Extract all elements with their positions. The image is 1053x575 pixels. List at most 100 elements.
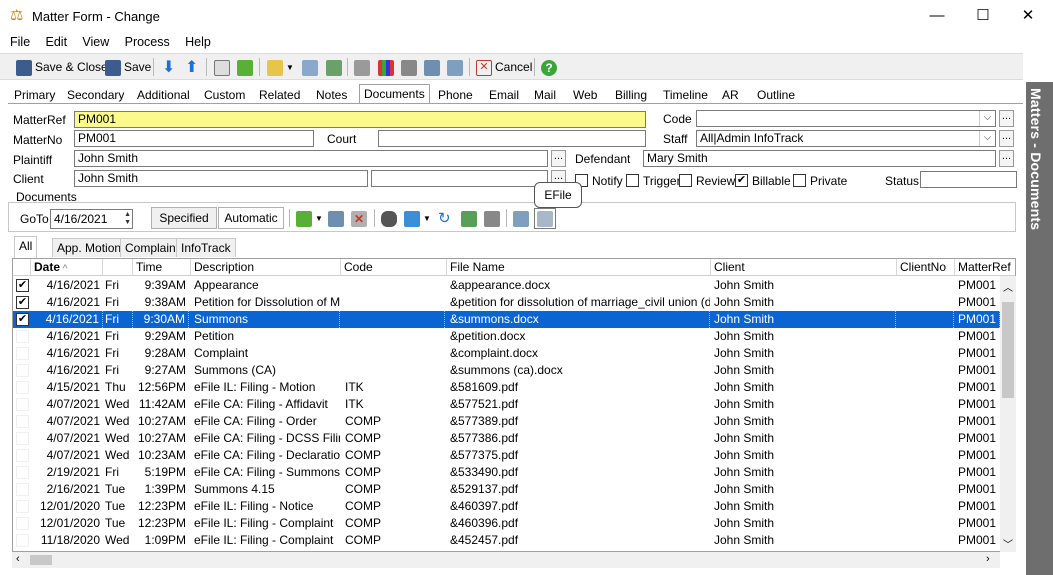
subtab-app-motion[interactable]: App. Motion — [52, 238, 127, 257]
tab-timeline[interactable]: Timeline — [659, 86, 712, 104]
row-checkbox[interactable] — [16, 330, 29, 343]
menu-view[interactable]: View — [76, 33, 115, 51]
help-button[interactable]: ? — [539, 57, 559, 78]
column-header-clientno[interactable]: ClientNo — [897, 259, 955, 276]
scroll-thumb[interactable] — [1002, 302, 1014, 398]
column-header-file-name[interactable]: File Name — [447, 259, 711, 276]
horizontal-scrollbar[interactable]: ‹ › — [12, 552, 1000, 568]
grid-button[interactable] — [376, 57, 396, 78]
filter-dropdown[interactable]: ▼ — [402, 208, 433, 229]
table-row[interactable]: ✔ 4/16/2021 Fri 9:30AM Summons &summons.docx J… — [13, 311, 1001, 328]
row-checkbox[interactable] — [16, 398, 29, 411]
column-header-date[interactable]: Date ^ — [31, 259, 103, 276]
import-button[interactable] — [300, 57, 320, 78]
column-header-code[interactable]: Code — [341, 259, 447, 276]
defendant-lookup-button[interactable]: ... — [999, 150, 1014, 167]
row-checkbox[interactable]: ✔ — [16, 313, 29, 326]
subtab-all[interactable]: All — [14, 236, 38, 258]
trigger-checkbox[interactable] — [626, 174, 639, 187]
table-row[interactable]: 4/07/2021 Wed 10:27AM eFile CA: Filing - DC… — [13, 430, 1001, 447]
table-row[interactable]: 4/07/2021 Wed 11:42AM eFile CA: Filing - Af… — [13, 396, 1001, 413]
table-row[interactable]: 4/16/2021 Fri 9:27AM Summons (CA) &summons (… — [13, 362, 1001, 379]
minimize-button[interactable]: — — [914, 0, 960, 32]
matterref-field[interactable]: PM001 — [74, 111, 646, 128]
table-row[interactable]: 4/15/2021 Thu 12:56PM eFile IL: Filing - Mo… — [13, 379, 1001, 396]
copy-button[interactable] — [212, 57, 232, 78]
column-header-matterref[interactable]: MatterRef — [955, 259, 1015, 276]
print-button[interactable] — [399, 57, 419, 78]
menu-edit[interactable]: Edit — [40, 33, 74, 51]
automatic-toggle[interactable]: Automatic — [218, 207, 284, 229]
code-lookup-button[interactable]: ... — [999, 110, 1014, 127]
vertical-scrollbar[interactable]: ︿ ﹀ — [1000, 276, 1016, 552]
staff-select[interactable]: All|Admin InfoTrack ⌵ — [696, 130, 996, 147]
h-scroll-thumb[interactable] — [30, 555, 52, 565]
tab-custom[interactable]: Custom — [200, 86, 249, 104]
column-header-day[interactable] — [103, 259, 133, 276]
row-checkbox[interactable]: ✔ — [16, 296, 29, 309]
search-button[interactable] — [379, 208, 399, 229]
client-field[interactable]: John Smith — [74, 170, 368, 187]
save-close-button[interactable]: Save & Close — [14, 57, 110, 78]
column-header-time[interactable]: Time — [133, 259, 191, 276]
plaintiff-field[interactable]: John Smith — [74, 150, 548, 167]
client-secondary-field[interactable] — [371, 170, 548, 187]
document-properties-button[interactable] — [511, 208, 531, 229]
defendant-field[interactable]: Mary Smith — [643, 150, 996, 167]
court-field[interactable] — [378, 130, 646, 147]
specified-toggle[interactable]: Specified — [151, 207, 217, 229]
row-checkbox[interactable] — [16, 500, 29, 513]
table-row[interactable]: 12/01/2020 Tue 12:23PM eFile IL: Filing - N… — [13, 498, 1001, 515]
maximize-button[interactable]: ☐ — [960, 0, 1006, 32]
tab-billing[interactable]: Billing — [611, 86, 651, 104]
code-select[interactable]: ⌵ — [696, 110, 996, 127]
edit-document-button[interactable] — [326, 208, 346, 229]
tab-web[interactable]: Web — [569, 86, 601, 104]
properties-button[interactable] — [445, 57, 465, 78]
add-document-dropdown[interactable]: ▼ — [294, 208, 325, 229]
row-checkbox[interactable] — [16, 517, 29, 530]
row-checkbox[interactable] — [16, 364, 29, 377]
menu-help[interactable]: Help — [179, 33, 217, 51]
table-row[interactable]: 4/16/2021 Fri 9:29AM Petition &petition.docx… — [13, 328, 1001, 345]
table-row[interactable]: ✔ 4/16/2021 Fri 9:39AM Appearance &appearance… — [13, 277, 1001, 294]
tab-primary[interactable]: Primary — [10, 86, 59, 104]
menu-process[interactable]: Process — [119, 33, 176, 51]
scroll-right-icon[interactable]: › — [986, 553, 990, 565]
matterno-field[interactable]: PM001 — [74, 130, 314, 147]
add-record-button[interactable] — [235, 57, 255, 78]
tab-secondary[interactable]: Secondary — [63, 86, 128, 104]
status-field[interactable] — [920, 171, 1017, 188]
new-item-dropdown[interactable]: ▼ — [265, 57, 296, 78]
scroll-left-icon[interactable]: ‹ — [16, 553, 20, 565]
review-checkbox[interactable] — [679, 174, 692, 187]
row-checkbox[interactable] — [16, 534, 29, 547]
row-checkbox[interactable]: ✔ — [16, 279, 29, 292]
column-header-check[interactable] — [13, 259, 31, 276]
move-up-button[interactable]: ⬆ — [183, 57, 200, 78]
staff-lookup-button[interactable]: ... — [999, 130, 1014, 147]
table-row[interactable]: 2/19/2021 Fri 5:19PM eFile CA: Filing - Sum… — [13, 464, 1001, 481]
scroll-up-icon[interactable]: ︿ — [1003, 279, 1013, 294]
lookup-button[interactable] — [352, 57, 372, 78]
row-checkbox[interactable] — [16, 415, 29, 428]
tab-documents[interactable]: Documents — [359, 84, 430, 104]
tab-outline[interactable]: Outline — [753, 86, 799, 104]
table-row[interactable]: 11/18/2020 Wed 1:09PM eFile IL: Filing - Co… — [13, 532, 1001, 549]
cancel-button[interactable]: ✕ Cancel — [474, 57, 534, 78]
efile-button[interactable] — [534, 208, 556, 229]
close-button[interactable]: ✕ — [1005, 0, 1051, 32]
delete-document-button[interactable]: ✕ — [349, 208, 369, 229]
tab-email[interactable]: Email — [485, 86, 523, 104]
table-row[interactable]: 2/16/2021 Tue 1:39PM Summons 4.15 COMP &52913… — [13, 481, 1001, 498]
move-down-button[interactable]: ⬇ — [160, 57, 177, 78]
tab-related[interactable]: Related — [255, 86, 304, 104]
spinner-icon[interactable]: ▲ ▼ — [124, 211, 131, 227]
subtab-infotrack[interactable]: InfoTrack — [176, 238, 236, 257]
table-row[interactable]: ✔ 4/16/2021 Fri 9:38AM Petition for Dissolut… — [13, 294, 1001, 311]
row-checkbox[interactable] — [16, 347, 29, 360]
print-document-button[interactable] — [482, 208, 502, 229]
table-row[interactable]: 12/01/2020 Tue 12:23PM eFile IL: Filing - C… — [13, 515, 1001, 532]
tab-mail[interactable]: Mail — [530, 86, 560, 104]
refresh-button[interactable]: ↻ — [436, 208, 453, 229]
